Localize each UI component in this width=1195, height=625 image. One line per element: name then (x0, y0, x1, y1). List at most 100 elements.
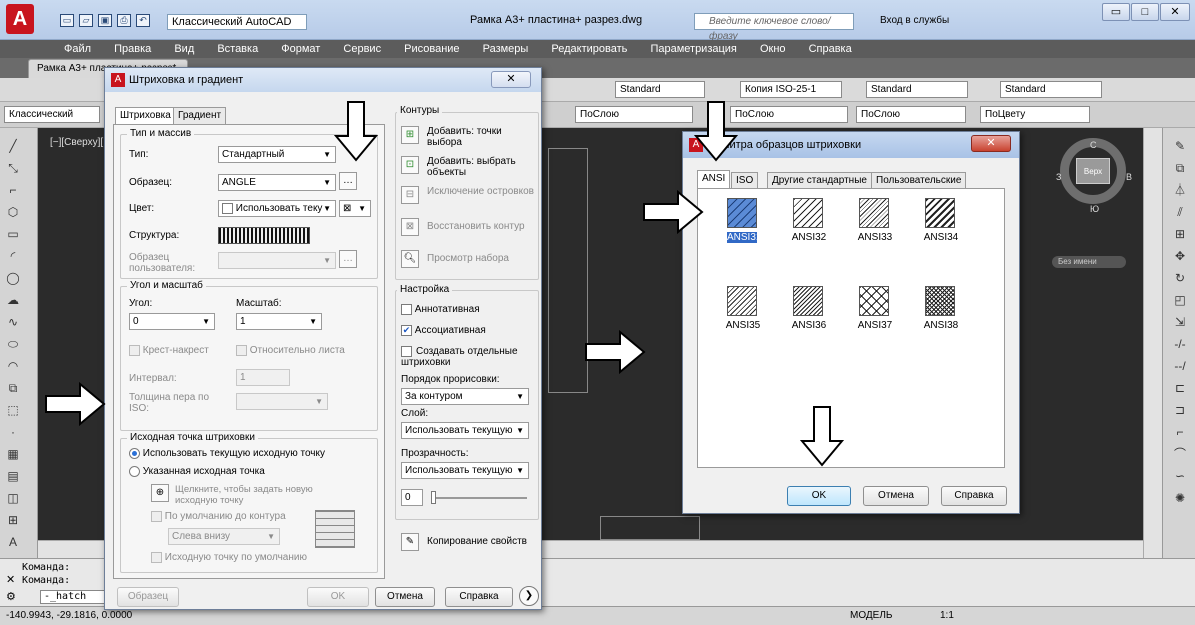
new-file-icon[interactable]: ▭ (60, 14, 74, 27)
origin-default-checkbox[interactable] (151, 511, 162, 522)
pattern-swatch-ansi31[interactable] (727, 198, 757, 228)
custom-pattern-browse-button[interactable]: … (339, 250, 357, 268)
view-selections-icon[interactable]: 🔍︎ (401, 250, 419, 268)
view-selections-button[interactable]: Просмотр набора (427, 253, 535, 264)
spline-icon[interactable]: ∿ (4, 314, 22, 330)
copy-icon[interactable]: ⧉ (1171, 160, 1189, 176)
origin-specified-radio[interactable] (129, 466, 140, 477)
pattern-label[interactable]: ANSI31 (727, 232, 761, 243)
origin-current-option[interactable]: Использовать текущую исходную точку (129, 448, 325, 459)
pattern-browse-button[interactable]: … (339, 172, 357, 190)
annotative-checkbox[interactable] (401, 304, 412, 315)
ellipse-arc-icon[interactable]: ◠ (4, 358, 22, 374)
viewport-label[interactable]: [−][Сверху][ (50, 137, 103, 148)
close-command-icon[interactable]: ✕ (6, 573, 15, 586)
spacing-input[interactable]: 1 (236, 369, 290, 386)
blend-icon[interactable]: ∽ (1171, 468, 1189, 484)
pattern-swatch-preview[interactable] (218, 227, 310, 244)
custom-pattern-select[interactable]: ▼ (218, 252, 336, 269)
hatch-cancel-button[interactable]: Отмена (375, 587, 435, 607)
recreate-boundary-button[interactable]: Восстановить контур (427, 221, 535, 232)
search-input[interactable]: Введите ключевое слово/фразу (694, 13, 854, 42)
preview-button[interactable]: Образец (117, 587, 179, 607)
workspace-select[interactable]: Классический AutoCAD (167, 14, 307, 30)
double-option[interactable]: Крест-накрест (129, 345, 209, 356)
array-icon[interactable]: ⊞ (1171, 226, 1189, 242)
region-icon[interactable]: ◫ (4, 490, 22, 506)
scale-icon[interactable]: ◰ (1171, 292, 1189, 308)
origin-specified-option[interactable]: Указанная исходная точка (129, 466, 265, 477)
menu-item[interactable]: Окно (760, 43, 786, 55)
separate-option[interactable]: Создавать отдельные штриховки (401, 346, 533, 368)
ellipse-icon[interactable]: ⬭ (4, 336, 22, 352)
mtext-icon[interactable]: A (4, 534, 22, 550)
relative-paper-checkbox[interactable] (236, 345, 247, 356)
add-select-objects-icon[interactable]: ⊡ (401, 156, 419, 174)
dim-style-select[interactable]: Копия ISO-25-1 (740, 81, 842, 98)
pattern-swatch-ansi32[interactable] (793, 198, 823, 228)
tab-hatch[interactable]: Штриховка (115, 107, 176, 124)
annotative-option[interactable]: Аннотативная (401, 304, 480, 315)
stretch-icon[interactable]: ⇲ (1171, 314, 1189, 330)
transparency-input[interactable]: 0 (401, 489, 423, 506)
pattern-label[interactable]: ANSI37 (845, 320, 905, 331)
line-icon[interactable]: ╱ (4, 138, 22, 154)
menu-item[interactable]: Файл (64, 43, 91, 55)
type-select[interactable]: Стандартный ▼ (218, 146, 336, 163)
menu-item[interactable]: Вставка (217, 43, 258, 55)
vertical-scrollbar[interactable] (1143, 128, 1162, 558)
hatch-icon[interactable]: ▦ (4, 446, 22, 462)
add-pick-points-icon[interactable]: ⊞ (401, 126, 419, 144)
pattern-label[interactable]: ANSI34 (911, 232, 971, 243)
table-style-select[interactable]: Standard (866, 81, 968, 98)
pattern-select[interactable]: ANGLE ▼ (218, 174, 336, 191)
transparency-select[interactable]: Использовать текущую ▼ (401, 462, 529, 479)
tab-iso[interactable]: ISO (731, 172, 759, 189)
double-checkbox[interactable] (129, 345, 140, 356)
annotation-scale[interactable]: 1:1 (940, 607, 954, 625)
circle-icon[interactable]: ◯ (4, 270, 22, 286)
model-space-toggle[interactable]: МОДЕЛЬ (850, 607, 892, 625)
tab-other-predefined[interactable]: Другие стандартные (767, 172, 872, 189)
viewcube-south[interactable]: Ю (1090, 204, 1099, 214)
remove-islands-button[interactable]: Исключение островков (427, 186, 535, 197)
pattern-swatch-ansi37[interactable] (859, 286, 889, 316)
rotate-icon[interactable]: ↻ (1171, 270, 1189, 286)
hatch-help-button[interactable]: Справка (445, 587, 513, 607)
offset-icon[interactable]: ⫽ (1171, 204, 1189, 220)
rectangle-icon[interactable]: ▭ (4, 226, 22, 242)
revcloud-icon[interactable]: ☁ (4, 292, 22, 308)
menu-item[interactable]: Вид (174, 43, 194, 55)
pattern-label[interactable]: ANSI36 (779, 320, 839, 331)
color-select[interactable]: Использовать теку ▼ (218, 200, 336, 217)
menu-item[interactable]: Редактировать (551, 43, 627, 55)
save-icon[interactable]: ▣ (98, 14, 112, 27)
table-icon[interactable]: ⊞ (4, 512, 22, 528)
scale-select[interactable]: 1 ▼ (236, 313, 322, 330)
pattern-swatch-ansi36[interactable] (793, 286, 823, 316)
break-icon[interactable]: ⊏ (1171, 380, 1189, 396)
arc-icon[interactable]: ◜ (4, 248, 22, 264)
open-file-icon[interactable]: ▱ (79, 14, 93, 27)
plotstyle-select[interactable]: ПоЦвету (980, 106, 1090, 123)
maximize-button[interactable]: □ (1131, 3, 1159, 21)
viewcube-west[interactable]: З (1056, 172, 1061, 182)
hatch-dialog-close-button[interactable]: ✕ (491, 71, 531, 88)
chamfer-icon[interactable]: ⌐ (1171, 424, 1189, 440)
transparency-slider-track[interactable] (431, 497, 527, 499)
explode-icon[interactable]: ✺ (1171, 490, 1189, 506)
trim-icon[interactable]: -/- (1171, 336, 1189, 352)
pick-origin-icon[interactable]: ⊕ (151, 484, 169, 502)
ucs-menu[interactable]: Без имени (1052, 256, 1126, 268)
menu-item[interactable]: Размеры (483, 43, 529, 55)
fillet-icon[interactable]: ⌒ (1171, 446, 1189, 462)
palette-help-button[interactable]: Справка (941, 486, 1007, 506)
origin-store-checkbox[interactable] (151, 552, 162, 563)
linetype-select[interactable]: ПоСлою (730, 106, 848, 123)
join-icon[interactable]: ⊐ (1171, 402, 1189, 418)
autocad-logo-icon[interactable]: A (6, 4, 34, 34)
tab-ansi[interactable]: ANSI (697, 170, 731, 188)
more-options-button[interactable]: ❯ (519, 586, 539, 606)
lineweight-select[interactable]: ПоСлою (856, 106, 966, 123)
menu-item[interactable]: Параметризация (650, 43, 736, 55)
